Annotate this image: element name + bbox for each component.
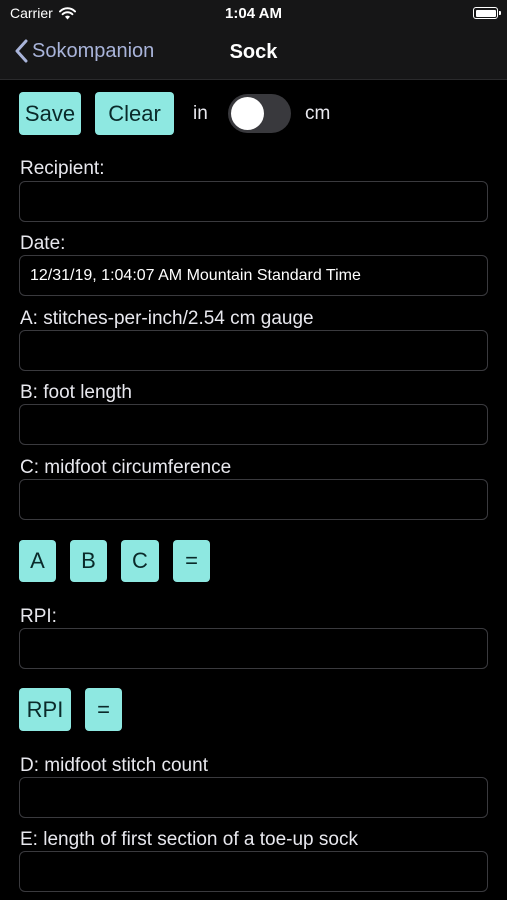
recipient-label: Recipient: [20, 158, 105, 179]
back-button[interactable]: Sokompanion [14, 39, 154, 63]
clear-button[interactable]: Clear [95, 92, 174, 135]
midfoot-stitch-count-field[interactable] [19, 777, 488, 818]
midfoot-circumference-label: C: midfoot circumference [20, 457, 232, 478]
calc-a-button[interactable]: A [19, 540, 56, 582]
save-button[interactable]: Save [19, 92, 81, 135]
date-field[interactable] [19, 255, 488, 296]
rpi-button[interactable]: RPI [19, 688, 71, 731]
back-button-label: Sokompanion [32, 39, 155, 62]
date-label: Date: [20, 233, 66, 254]
toe-section-length-label: E: length of first section of a toe-up s… [20, 829, 358, 850]
midfoot-circumference-field[interactable] [19, 479, 488, 520]
rpi-equals-button[interactable]: = [85, 688, 122, 731]
rpi-field[interactable] [19, 628, 488, 669]
battery-icon [473, 7, 501, 19]
rpi-label: RPI: [20, 606, 57, 627]
status-time: 1:04 AM [225, 5, 282, 22]
unit-cm-label: cm [305, 103, 331, 124]
status-bar: Carrier 1:04 AM [0, 0, 507, 28]
navigation-bar: Sokompanion Sock [0, 28, 507, 80]
toe-section-length-field[interactable] [19, 851, 488, 892]
calc-equals-button[interactable]: = [173, 540, 210, 582]
unit-inches-label: in [193, 103, 208, 124]
chevron-left-icon [15, 39, 28, 63]
calc-c-button[interactable]: C [121, 540, 159, 582]
foot-length-label: B: foot length [20, 382, 132, 403]
midfoot-stitch-count-label: D: midfoot stitch count [20, 755, 208, 776]
toggle-knob [231, 97, 264, 130]
gauge-label: A: stitches-per-inch/2.54 cm gauge [20, 308, 314, 329]
calc-b-button[interactable]: B [70, 540, 107, 582]
recipient-field[interactable] [19, 181, 488, 222]
gauge-field[interactable] [19, 330, 488, 371]
foot-length-field[interactable] [19, 404, 488, 445]
unit-toggle[interactable] [228, 94, 291, 133]
